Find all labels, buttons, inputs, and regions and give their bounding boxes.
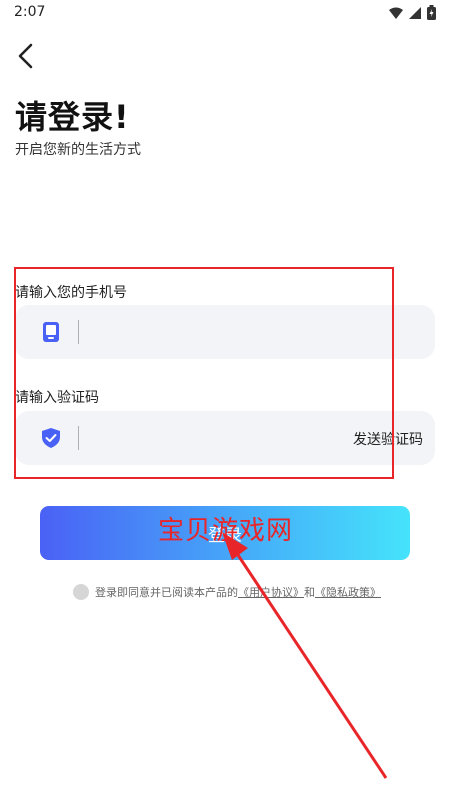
watermark-text: 宝贝游戏网 (158, 516, 294, 546)
user-agreement-link[interactable]: 《用户协议》 (238, 584, 304, 600)
status-bar: 2:07 (0, 0, 450, 26)
back-icon[interactable] (14, 42, 38, 70)
status-icons (389, 5, 436, 20)
wifi-icon (389, 7, 403, 19)
battery-icon (427, 5, 436, 20)
agree-radio[interactable] (73, 584, 89, 600)
agreement-prefix: 登录即同意并已阅读本产品的 (95, 586, 238, 599)
page-title: 请登录! (15, 98, 130, 136)
page-subtitle: 开启您新的生活方式 (15, 142, 141, 158)
annotation-box (14, 267, 394, 479)
status-time: 2:07 (14, 4, 46, 20)
signal-icon (409, 6, 421, 19)
agreement-and: 和 (304, 586, 315, 599)
privacy-policy-link[interactable]: 《隐私政策》 (315, 584, 381, 600)
agreement-row: 登录即同意并已阅读本产品的 《用户协议》 和 《隐私政策》 (73, 584, 381, 600)
